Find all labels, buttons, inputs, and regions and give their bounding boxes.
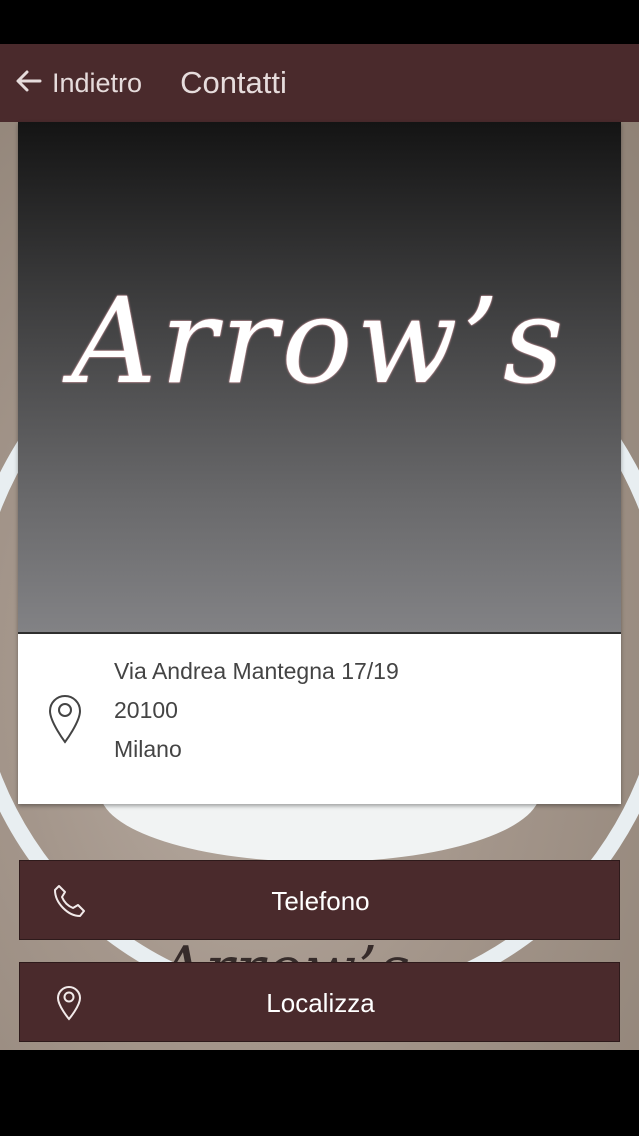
app-bar: Indietro Contatti — [0, 44, 639, 123]
arrow-left-icon — [12, 65, 44, 102]
locate-label: Localizza — [266, 988, 375, 1018]
status-bar — [0, 0, 639, 44]
address-city: Milano — [114, 736, 182, 762]
locate-button[interactable]: Localizza — [19, 962, 620, 1042]
phone-label: Telefono — [271, 886, 370, 916]
phone-button[interactable]: Telefono — [19, 860, 620, 940]
navigation-bar — [0, 1050, 639, 1136]
address-block: Via Andrea Mantegna 17/19 20100 Milano — [114, 652, 399, 769]
restaurant-logo: Arrow’s — [71, 272, 568, 410]
contact-card: Arrow’s Via Andrea Mantegna 17/19 20100 … — [18, 122, 621, 804]
address-street: Via Andrea Mantegna 17/19 — [114, 658, 399, 684]
page-title: Contatti — [180, 65, 287, 100]
restaurant-logo-banner: Arrow’s — [18, 122, 621, 634]
map-pin-icon — [48, 694, 82, 744]
address-zip: 20100 — [114, 697, 178, 723]
back-label: Indietro — [52, 67, 143, 98]
back-button[interactable]: Indietro — [12, 65, 142, 102]
